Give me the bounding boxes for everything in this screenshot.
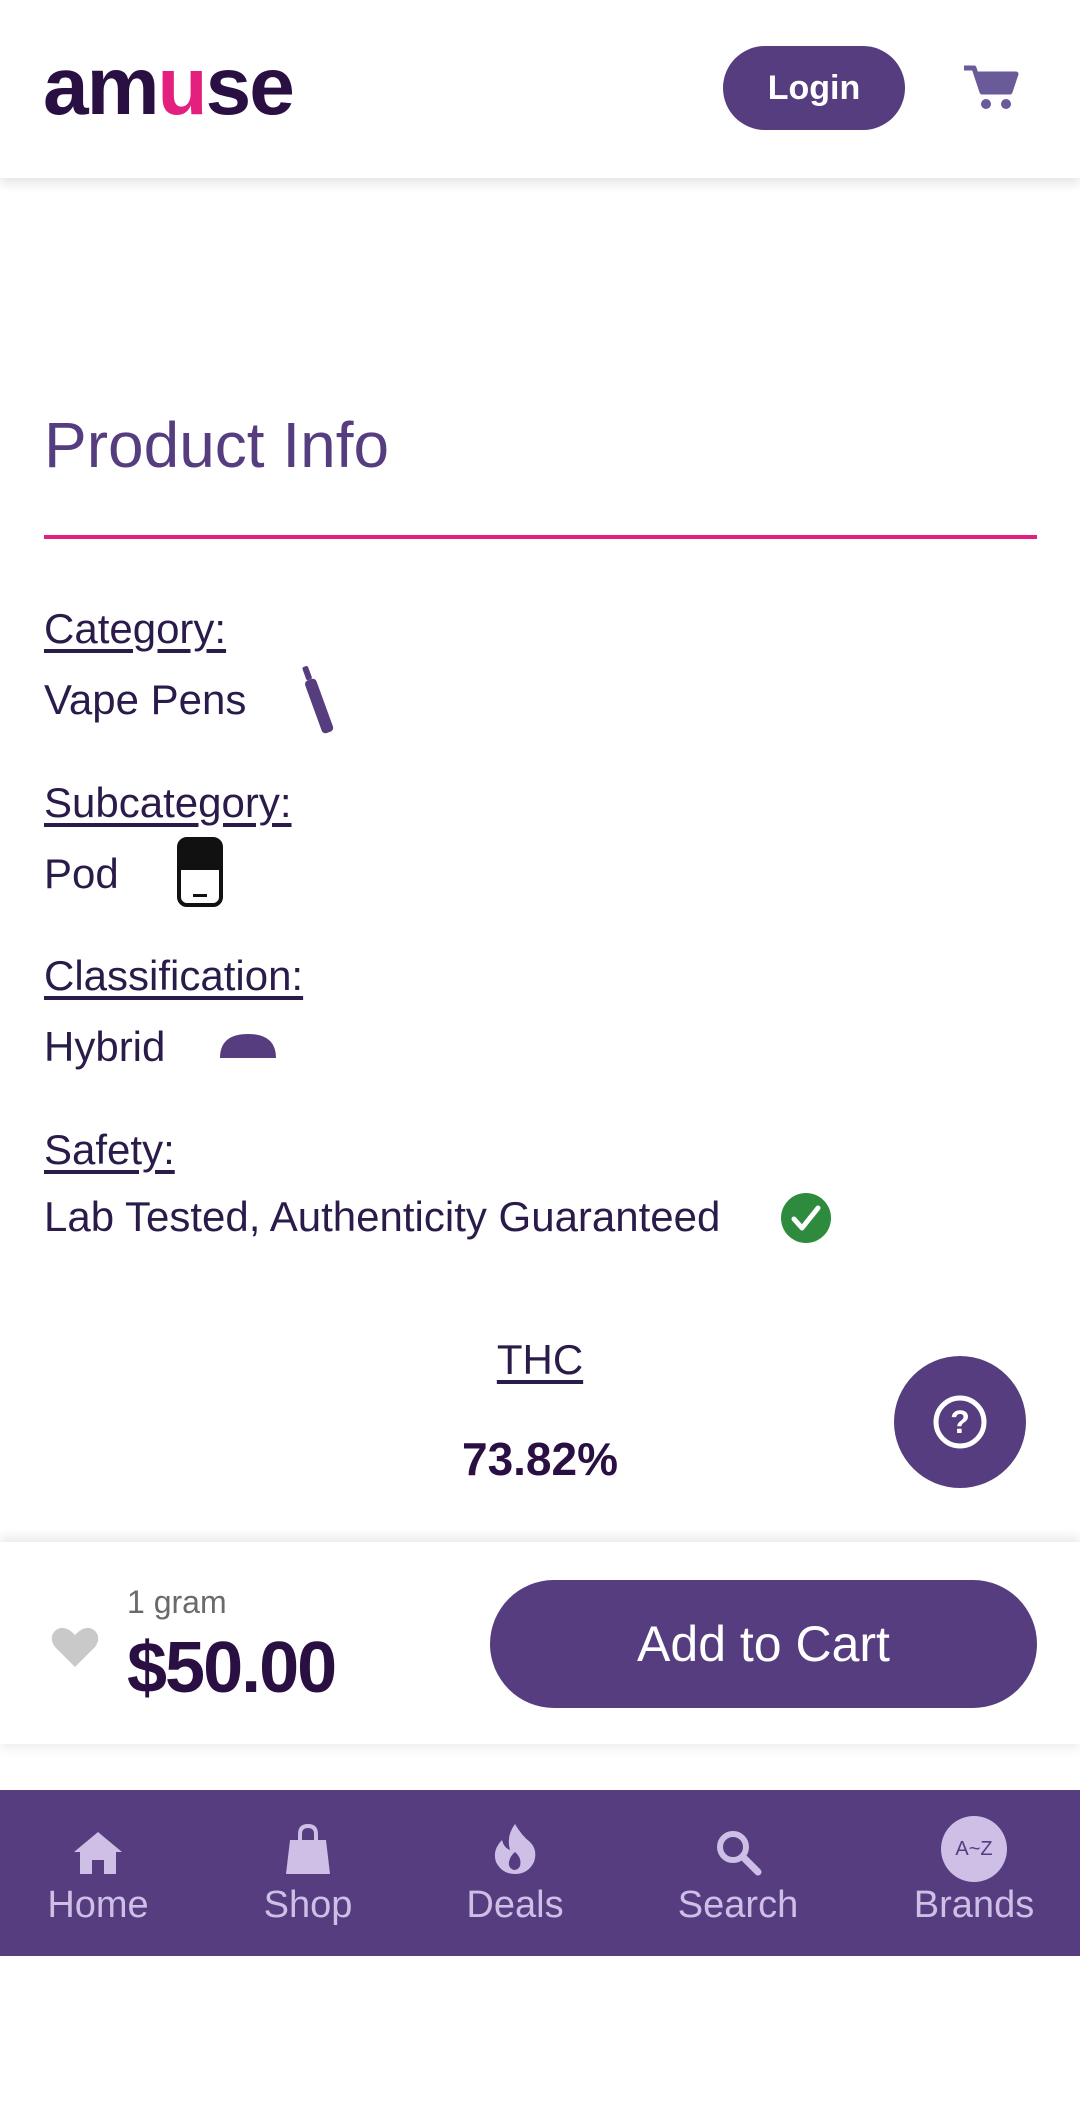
favorite-heart-icon[interactable] [50,1625,100,1669]
search-icon [717,1831,762,1876]
pod-icon [177,837,223,907]
nav-search-label: Search [677,1884,799,1926]
svg-text:?: ? [950,1404,970,1440]
a-z-icon: A~Z [941,1816,1007,1882]
nav-brands-label: Brands [913,1884,1035,1926]
subcategory-label: Subcategory: [44,779,292,826]
safety-label: Safety: [44,1126,175,1173]
shopping-bag-icon [286,1824,330,1874]
nav-brands[interactable]: A~Z Brands [906,1790,1042,1956]
home-icon [74,1832,122,1874]
nav-home-label: Home [47,1884,149,1926]
nav-deals-label: Deals [466,1884,564,1926]
app-header: amuse Login [0,0,1080,178]
subcategory-value: Pod [44,850,119,897]
price: $50.00 [127,1628,337,1708]
question-icon: ? [933,1395,987,1449]
classification-label: Classification: [44,952,304,999]
cart-icon[interactable] [962,62,1022,112]
category-value: Vape Pens [44,676,247,723]
a-z-badge-text: A~Z [955,1837,993,1860]
nav-search[interactable]: Search [668,1790,808,1956]
help-button[interactable]: ? [894,1356,1026,1488]
product-info-title: Product Info [44,409,390,481]
amuse-logo[interactable]: amuse [43,42,295,132]
title-divider [44,535,1037,539]
nav-shop[interactable]: Shop [245,1790,371,1956]
safety-value: Lab Tested, Authenticity Guaranteed [44,1193,721,1240]
flame-icon [494,1824,536,1874]
purchase-bar: 1 gram $50.00 Add to Cart [0,1542,1080,1744]
unit-size: 1 gram [127,1584,227,1620]
nav-home[interactable]: Home [30,1790,166,1956]
hybrid-icon [220,1034,276,1058]
classification-value: Hybrid [44,1023,166,1070]
add-to-cart-button[interactable]: Add to Cart [490,1580,1037,1708]
login-button[interactable]: Login [723,46,905,130]
bottom-nav: Home Shop Deals Search A~Z Brands [0,1790,1080,1956]
category-label: Category: [44,605,227,652]
nav-deals[interactable]: Deals [455,1790,575,1956]
nav-shop-label: Shop [263,1884,353,1926]
check-icon [781,1193,831,1243]
vape-pen-icon [302,666,334,734]
